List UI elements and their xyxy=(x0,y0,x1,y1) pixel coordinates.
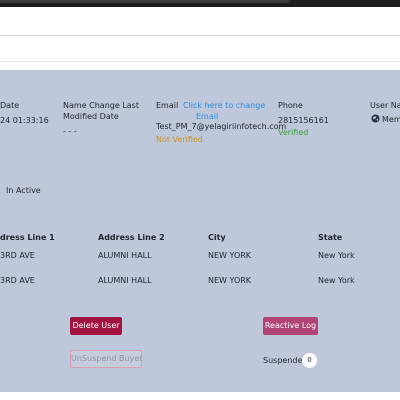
sub-header-bar xyxy=(0,36,400,62)
phone-label: Phone xyxy=(278,101,303,110)
globe-icon xyxy=(371,114,380,123)
table-cell: 3RD AVE xyxy=(0,276,35,285)
name-change-label: Name Change Last xyxy=(63,101,139,110)
change-email-link[interactable]: Click here to change xyxy=(183,101,265,111)
table-cell: 3RD AVE xyxy=(0,251,35,260)
table-header-address-line-2: Address Line 2 xyxy=(98,233,165,242)
name-change-label-line2: Modified Date xyxy=(63,112,119,121)
delete-user-button[interactable]: Delete User xyxy=(70,317,122,335)
email-label: Email xyxy=(156,101,179,110)
table-cell: NEW YORK xyxy=(208,251,252,260)
table-header-address-line-1: dress Line 1 xyxy=(0,233,55,242)
name-change-value: - - - xyxy=(63,127,77,136)
suspended-count-badge: 0 xyxy=(302,353,317,368)
suspended-label: Suspended xyxy=(263,356,308,365)
table-header-state: State xyxy=(318,233,343,242)
change-email-link-line2[interactable]: Email xyxy=(196,112,218,122)
table-header-city: City xyxy=(208,233,226,242)
active-status: In Active xyxy=(6,186,41,195)
table-cell: New York xyxy=(318,276,355,285)
date-label: Date xyxy=(0,101,20,110)
reactive-log-button[interactable]: Reactive Log xyxy=(263,317,318,335)
table-cell: NEW YORK xyxy=(208,276,252,285)
phone-status: Verified xyxy=(278,128,309,137)
email-value: Test_PM_7@yelagiriinfotech.com xyxy=(156,122,287,131)
header-bar xyxy=(0,7,400,36)
table-cell: ALUMNI HALL xyxy=(98,251,152,260)
unsuspend-buyer-button[interactable]: UnSuspend Buyer xyxy=(70,350,142,368)
date-value: 24 01:33:16 xyxy=(0,116,49,125)
browser-top-bar xyxy=(0,0,400,7)
phone-value: 2815156161 xyxy=(278,116,329,125)
user-name-value: Memb xyxy=(382,115,400,124)
email-status: Not Verified xyxy=(156,135,203,144)
table-cell: New York xyxy=(318,251,355,260)
table-cell: ALUMNI HALL xyxy=(98,276,152,285)
user-name-label: User Nam xyxy=(370,101,400,110)
browser-tab-strip xyxy=(0,0,290,3)
